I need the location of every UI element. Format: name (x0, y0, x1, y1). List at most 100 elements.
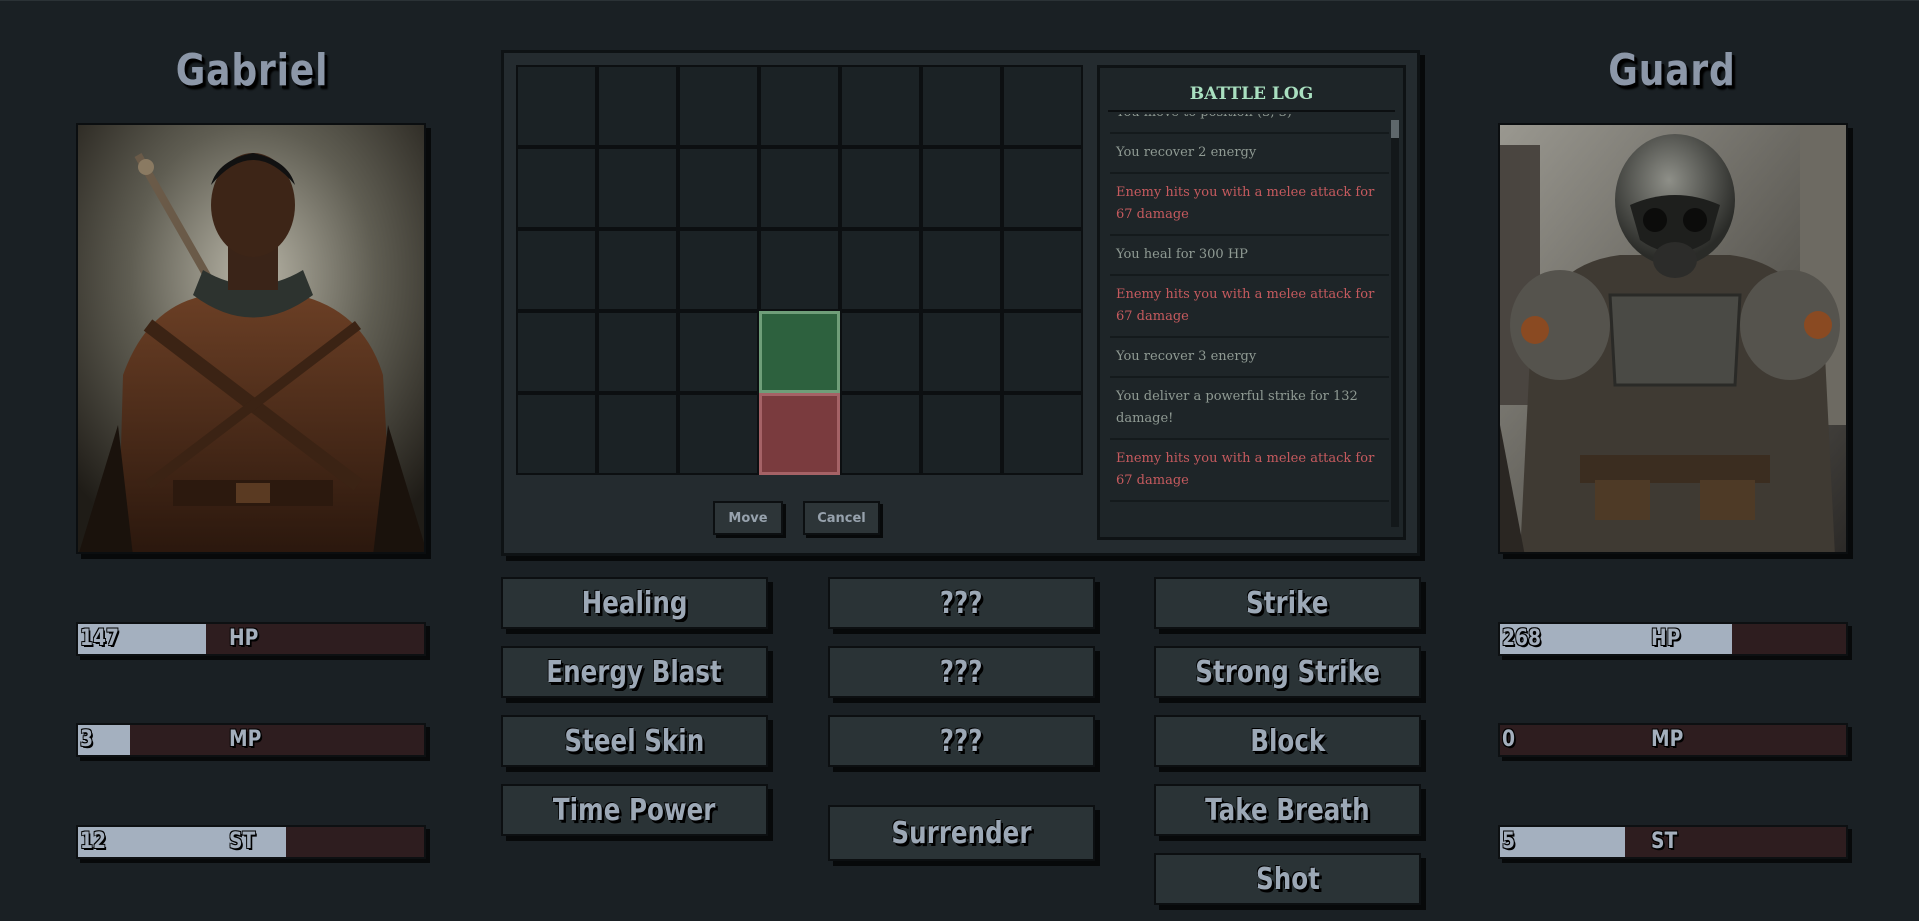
grid-cell[interactable] (1002, 311, 1083, 393)
battle-log-title: BATTLE LOG (1108, 76, 1395, 112)
log-entry: You heal for 300 HP (1110, 236, 1389, 276)
enemy-portrait-image (1500, 125, 1846, 552)
energy-blast-button[interactable]: Energy Blast (501, 646, 768, 698)
enemy-mp-bar: 0 MP (1498, 723, 1848, 757)
log-entry: You recover 2 energy (1110, 134, 1389, 174)
button-label: Strike (1246, 585, 1329, 621)
block-button[interactable]: Block (1154, 715, 1421, 767)
grid-cell[interactable] (759, 65, 840, 147)
grid-cell[interactable] (759, 229, 840, 311)
enemy-mp-value: 0 (1502, 727, 1516, 752)
enemy-hp-label: HP (1651, 626, 1681, 651)
player-portrait (76, 123, 426, 554)
grid-cell[interactable] (759, 147, 840, 229)
grid-cell[interactable] (840, 147, 921, 229)
battle-grid (516, 65, 1083, 475)
grid-cell[interactable] (921, 65, 1002, 147)
enemy-portrait (1498, 123, 1848, 554)
grid-cell[interactable] (516, 229, 597, 311)
grid-cell[interactable] (597, 147, 678, 229)
enemy-hp-value: 268 (1502, 626, 1542, 651)
player-st-label: ST (229, 829, 256, 854)
enemy-st-fill (1500, 827, 1625, 857)
strong-strike-button[interactable]: Strong Strike (1154, 646, 1421, 698)
grid-cell[interactable] (921, 393, 1002, 475)
grid-cell[interactable] (840, 65, 921, 147)
grid-cell[interactable] (840, 393, 921, 475)
grid-cell[interactable] (597, 393, 678, 475)
grid-cell[interactable] (1002, 393, 1083, 475)
unknown-skill-button[interactable]: ??? (828, 715, 1095, 767)
grid-cell[interactable] (921, 311, 1002, 393)
battle-log-entries[interactable]: You move to position (3, 3)You recover 2… (1110, 114, 1389, 529)
grid-cell[interactable] (1002, 229, 1083, 311)
shot-button[interactable]: Shot (1154, 853, 1421, 905)
grid-cell[interactable] (1002, 65, 1083, 147)
button-label: ??? (940, 723, 983, 759)
grid-cell[interactable] (597, 311, 678, 393)
grid-cell[interactable] (1002, 147, 1083, 229)
grid-cell[interactable] (678, 147, 759, 229)
grid-cell[interactable] (678, 65, 759, 147)
unknown-skill-button[interactable]: ??? (828, 646, 1095, 698)
player-st-bar: 12 ST (76, 825, 426, 859)
player-mp-bar: 3 MP (76, 723, 426, 757)
enemy-st-bar: 5 ST (1498, 825, 1848, 859)
enemy-st-label: ST (1651, 829, 1678, 854)
grid-cell[interactable] (597, 229, 678, 311)
battle-log-scrollbar[interactable] (1391, 120, 1399, 527)
grid-cell[interactable] (840, 311, 921, 393)
battle-screen: Gabriel 147 HP 3 MP 12 ST Guard 268 HP 0… (0, 0, 1919, 921)
grid-cell[interactable] (516, 147, 597, 229)
button-label: Strong Strike (1195, 654, 1380, 690)
log-entry: Enemy hits you with a melee attack for 6… (1110, 174, 1389, 236)
enemy-name: Guard (1608, 45, 1736, 96)
grid-cell[interactable] (516, 65, 597, 147)
grid-cell[interactable] (678, 311, 759, 393)
healing-button[interactable]: Healing (501, 577, 768, 629)
time-power-button[interactable]: Time Power (501, 784, 768, 836)
button-label: Time Power (553, 792, 716, 828)
battle-log-scroll-thumb[interactable] (1391, 120, 1399, 138)
grid-cell-player[interactable] (759, 311, 840, 393)
unknown-skill-button[interactable]: ??? (828, 577, 1095, 629)
steel-skin-button[interactable]: Steel Skin (501, 715, 768, 767)
grid-cell[interactable] (516, 311, 597, 393)
grid-cell[interactable] (678, 393, 759, 475)
player-portrait-image (78, 125, 424, 552)
surrender-button[interactable]: Surrender (828, 805, 1095, 861)
enemy-hp-bar: 268 HP (1498, 622, 1848, 656)
grid-cell[interactable] (516, 393, 597, 475)
log-entry: You recover 3 energy (1110, 338, 1389, 378)
button-label: Surrender (891, 815, 1032, 851)
grid-cell-enemy[interactable] (759, 393, 840, 475)
enemy-mp-label: MP (1651, 727, 1684, 752)
player-mp-value: 3 (80, 727, 94, 752)
move-button[interactable]: Move (713, 501, 783, 535)
button-label: Take Breath (1205, 792, 1370, 828)
button-label: Healing (581, 585, 688, 621)
button-label: ??? (940, 585, 983, 621)
grid-cell[interactable] (678, 229, 759, 311)
player-hp-value: 147 (80, 626, 120, 651)
button-label: Block (1249, 723, 1326, 759)
player-hp-label: HP (229, 626, 259, 651)
enemy-st-value: 5 (1502, 829, 1516, 854)
player-mp-label: MP (229, 727, 262, 752)
button-label: Energy Blast (546, 654, 723, 690)
log-entry: Enemy hits you with a melee attack for 6… (1110, 440, 1389, 502)
grid-cell[interactable] (921, 229, 1002, 311)
take-breath-button[interactable]: Take Breath (1154, 784, 1421, 836)
log-entry: You deliver a powerful strike for 132 da… (1110, 378, 1389, 440)
strike-button[interactable]: Strike (1154, 577, 1421, 629)
grid-cell[interactable] (921, 147, 1002, 229)
player-name: Gabriel (175, 45, 329, 96)
grid-cell[interactable] (597, 65, 678, 147)
player-hp-bar: 147 HP (76, 622, 426, 656)
log-entry: You move to position (3, 3) (1110, 114, 1389, 134)
button-label: ??? (940, 654, 983, 690)
log-entry: Enemy hits you with a melee attack for 6… (1110, 276, 1389, 338)
cancel-button[interactable]: Cancel (803, 501, 880, 535)
battle-log: BATTLE LOG You move to position (3, 3)Yo… (1097, 65, 1406, 540)
grid-cell[interactable] (840, 229, 921, 311)
